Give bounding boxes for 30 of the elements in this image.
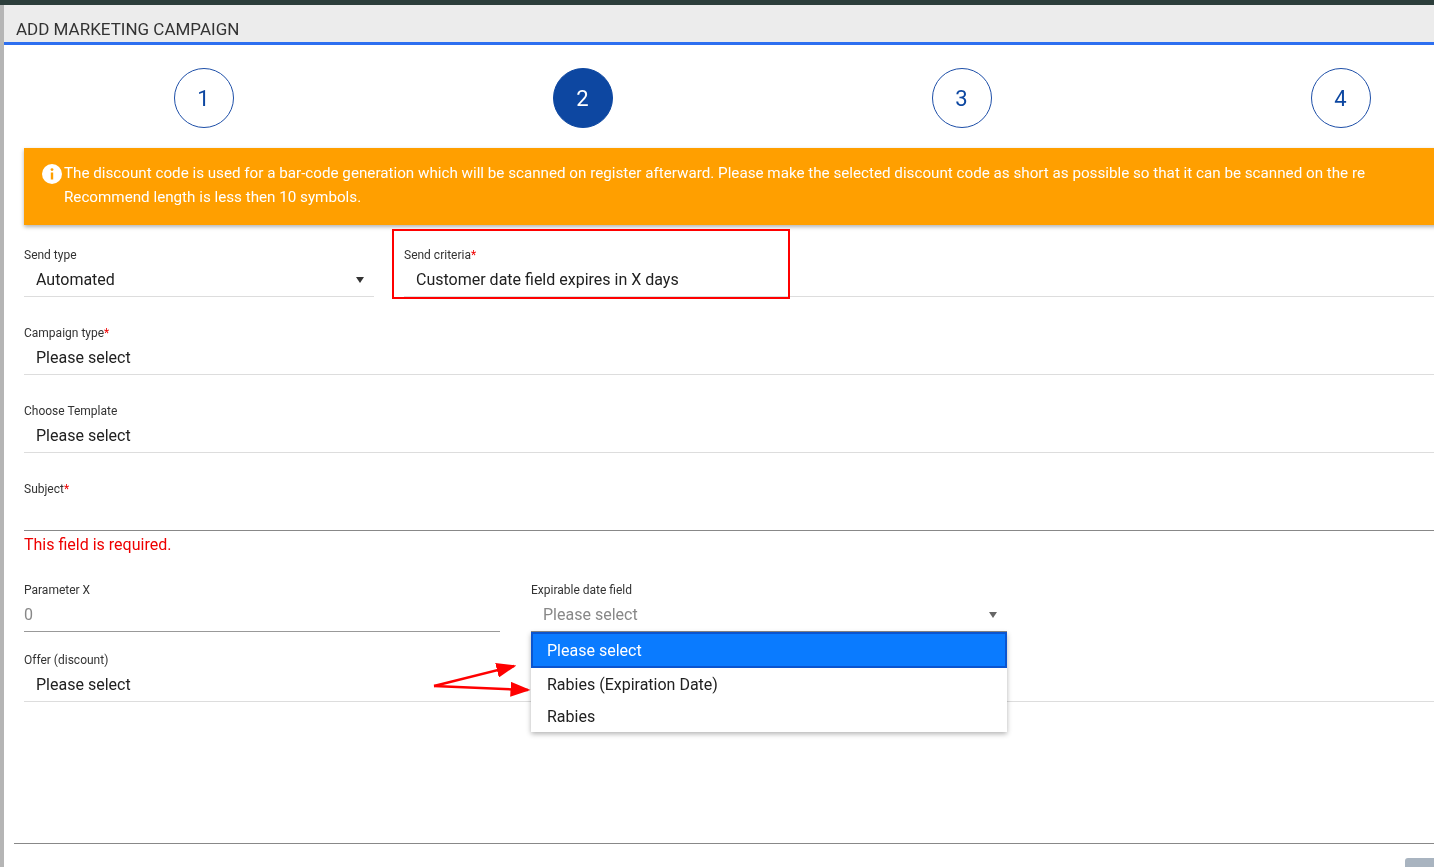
step-circle[interactable]: 2	[552, 68, 613, 128]
dropdown-option[interactable]: Please select	[531, 632, 1007, 668]
info-icon	[42, 164, 62, 184]
caret-icon	[989, 611, 997, 618]
required-mark: *	[63, 481, 70, 497]
field-label: Send criteria	[404, 247, 471, 263]
info-text: The discount code is used for a bar-code generation which will be scanned on register afterward. Please make the selected discount code as short as possible so that it can be scanned on the re	[64, 163, 1365, 184]
field-label: Choose Template	[24, 403, 118, 419]
step-circle[interactable]: 4	[1310, 68, 1371, 128]
dropdown-option[interactable]: Rabies (Expiration Date)	[531, 668, 1007, 700]
select-field[interactable]: Please select	[24, 341, 1434, 375]
dialog-title: ADD MARKETING CAMPAIGN	[16, 19, 240, 41]
step-circle[interactable]: 1	[173, 68, 234, 128]
field-label: Campaign type	[24, 325, 105, 341]
parameter-input[interactable]: 0	[24, 598, 500, 632]
error-message: This field is required.	[24, 535, 173, 554]
caret-icon	[356, 276, 364, 283]
required-mark: *	[470, 247, 477, 263]
required-mark: *	[104, 325, 110, 341]
field-label: Expirable date field	[531, 582, 633, 598]
dropdown-option[interactable]: Rabies	[531, 700, 1007, 732]
field-label: Send type	[24, 247, 77, 263]
step-circle[interactable]: 3	[931, 68, 992, 128]
field-label: Offer (discount)	[24, 652, 109, 668]
field-label: Parameter X	[24, 582, 91, 598]
send-type-select[interactable]: Automated	[24, 263, 374, 297]
send-criteria-select[interactable]: Customer date field expires in X days	[404, 263, 1434, 297]
field-label: Subject	[24, 481, 64, 497]
select-field[interactable]: Please select	[24, 419, 1434, 453]
info-text: Recommend length is less then 10 symbols.	[64, 187, 363, 208]
